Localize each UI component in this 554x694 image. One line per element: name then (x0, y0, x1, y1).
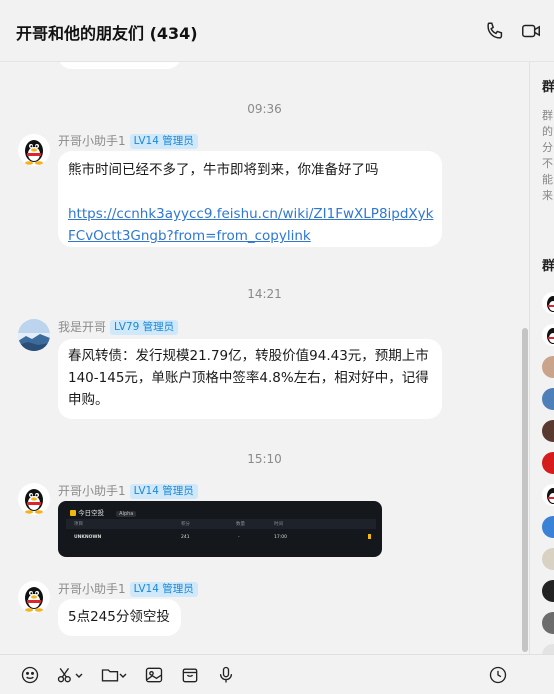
timestamp: 14:21 (247, 287, 282, 301)
member-avatar[interactable] (542, 644, 554, 654)
user-avatar[interactable] (18, 319, 50, 351)
image-cell: UNKNOWN (74, 535, 102, 540)
chat-header: 开哥和他的朋友们 (434) (0, 0, 554, 62)
input-toolbar (0, 654, 554, 694)
image-col: 数量 (236, 522, 245, 527)
image-title: 今日空投 Alpha (70, 507, 137, 517)
folder-icon[interactable] (100, 665, 120, 685)
sender-name[interactable]: 开哥小助手1 LV14 管理员 (58, 580, 198, 597)
timestamp: 09:36 (247, 102, 282, 116)
airdrop-icon (70, 510, 76, 516)
phone-icon[interactable] (484, 20, 506, 42)
image-tag: Alpha (116, 511, 137, 517)
member-avatar[interactable] (542, 324, 554, 346)
member-avatar[interactable] (542, 452, 554, 474)
message-bubble-partial (58, 62, 181, 69)
message-bubble[interactable]: 春风转债：发行规模21.79亿，转股价值94.43元，预期上市140-145元，… (58, 339, 442, 419)
member-avatar[interactable] (542, 356, 554, 378)
qq-penguin-avatar[interactable] (18, 581, 50, 613)
member-avatar[interactable] (542, 484, 554, 506)
member-avatar[interactable] (542, 612, 554, 634)
group-info-panel: 群 群的分不能来 群 (530, 62, 554, 654)
level-badge: LV14 管理员 (129, 134, 198, 149)
link-line-2[interactable]: FCvOctt3Gngb?from=from_copylink (68, 228, 311, 244)
sender-name-text: 我是开哥 (58, 320, 107, 334)
emoji-icon[interactable] (20, 665, 40, 685)
level-badge: LV14 管理员 (129, 582, 198, 597)
image-col: 积分 (181, 522, 190, 527)
chevron-down-icon[interactable] (74, 665, 84, 685)
image-title-text: 今日空投 (78, 509, 105, 517)
level-badge: LV14 管理员 (129, 484, 198, 499)
image-cell: - (238, 535, 240, 540)
message-bubble[interactable]: 5点245分领空投 (58, 599, 181, 636)
sender-name[interactable]: 开哥小助手1 LV14 管理员 (58, 132, 198, 149)
image-col: 项目 (74, 522, 83, 527)
message-text: 春风转债：发行规模21.79亿，转股价值94.43元，预期上市140-145元，… (68, 348, 429, 408)
scrollbar-thumb[interactable] (522, 328, 528, 652)
announcement-title: 群 (542, 80, 554, 95)
sender-name-text: 开哥小助手1 (58, 134, 126, 148)
image-cell: 17:00 (274, 535, 287, 540)
members-title: 群 (542, 259, 554, 274)
image-table-header: 项目 积分 数量 时间 (66, 519, 376, 529)
chevron-down-icon[interactable] (118, 665, 128, 685)
announcement-text: 群的分不能来 (542, 109, 553, 202)
link-line-1[interactable]: https://ccnhk3ayycc9.feishu.cn/wiki/ZI1F… (68, 206, 433, 222)
mic-icon[interactable] (216, 665, 236, 685)
shared-image-airdrop[interactable]: 今日空投 Alpha 项目 积分 数量 时间 UNKNOWN 241 - 17:… (58, 501, 382, 557)
message-list[interactable]: 09:36 开哥小助手1 LV14 管理员 熊市时间已经不多了，牛市即将到来，你准… (0, 62, 529, 654)
sender-name[interactable]: 我是开哥 LV79 管理员 (58, 318, 179, 335)
message-bubble[interactable]: 熊市时间已经不多了，牛市即将到来，你准备好了吗 https://ccnhk3ay… (58, 151, 442, 247)
scissors-icon[interactable] (56, 665, 76, 685)
member-avatar[interactable] (542, 292, 554, 314)
sender-name-text: 开哥小助手1 (58, 582, 126, 596)
history-icon[interactable] (488, 665, 508, 685)
member-avatar[interactable] (542, 420, 554, 442)
member-avatar[interactable] (542, 388, 554, 410)
qq-penguin-avatar[interactable] (18, 134, 50, 166)
image-cell: 241 (181, 535, 190, 540)
sender-name-text: 开哥小助手1 (58, 484, 126, 498)
message-link[interactable]: https://ccnhk3ayycc9.feishu.cn/wiki/ZI1F… (68, 203, 433, 247)
box-icon[interactable] (180, 665, 200, 685)
message-text: 熊市时间已经不多了，牛市即将到来，你准备好了吗 (68, 162, 379, 178)
member-avatar[interactable] (542, 548, 554, 570)
image-icon[interactable] (144, 665, 164, 685)
group-title: 开哥和他的朋友们 (434) (16, 24, 198, 43)
image-table-row: UNKNOWN 241 - 17:00 (66, 532, 376, 544)
member-avatar[interactable] (542, 516, 554, 538)
qq-penguin-avatar[interactable] (18, 483, 50, 515)
member-avatar[interactable] (542, 580, 554, 602)
bolt-icon (368, 534, 371, 539)
level-badge: LV79 管理员 (110, 320, 179, 335)
message-text: 5点245分领空投 (68, 609, 170, 625)
image-col: 时间 (274, 522, 283, 527)
timestamp: 15:10 (247, 452, 282, 466)
sender-name[interactable]: 开哥小助手1 LV14 管理员 (58, 482, 198, 499)
video-icon[interactable] (520, 20, 542, 42)
